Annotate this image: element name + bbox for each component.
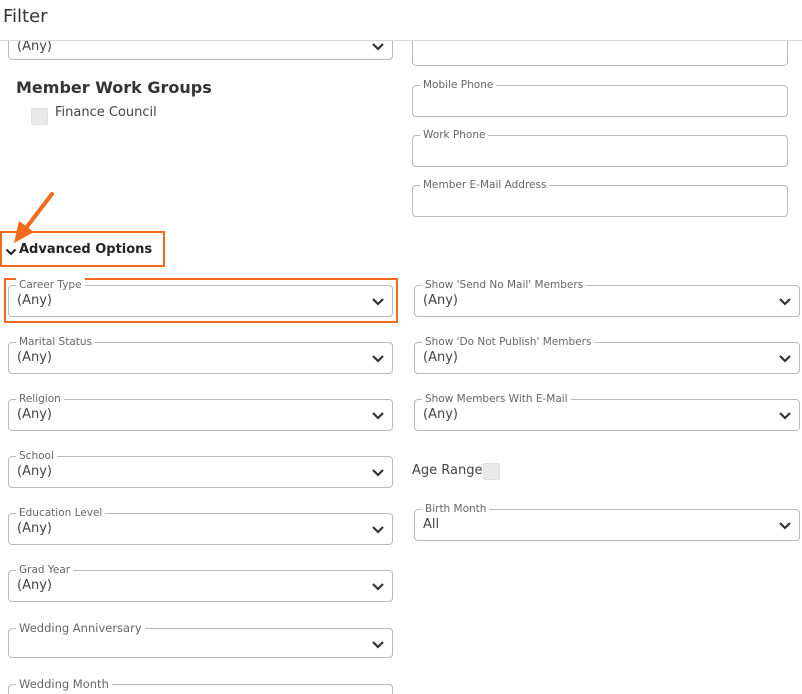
chevron-down-icon	[777, 407, 793, 423]
grad-year-label: Grad Year	[16, 563, 74, 577]
advanced-options-toggle[interactable]: Advanced Options	[0, 231, 165, 267]
chevron-down-icon	[777, 293, 793, 309]
email-address-field[interactable]: Member E-Mail Address	[412, 178, 788, 217]
career-type-label: Career Type	[16, 278, 85, 292]
marital-status-select[interactable]: Marital Status (Any)	[8, 335, 393, 374]
birth-month-select[interactable]: Birth Month All	[414, 502, 800, 541]
age-range-label: Age Range	[412, 463, 483, 478]
education-level-label: Education Level	[16, 506, 106, 520]
top-partial-select[interactable]: (Any)	[8, 41, 393, 60]
do-not-publish-value: (Any)	[423, 350, 458, 365]
finance-council-label: Finance Council	[55, 105, 157, 120]
religion-label: Religion	[16, 392, 64, 406]
mobile-phone-field[interactable]: Mobile Phone	[412, 78, 788, 117]
advanced-options-label: Advanced Options	[19, 241, 153, 257]
education-level-select[interactable]: Education Level (Any)	[8, 506, 393, 545]
work-phone-field[interactable]: Work Phone	[412, 128, 788, 167]
top-partial-input[interactable]	[412, 41, 788, 66]
chevron-down-icon	[370, 350, 386, 366]
mobile-phone-label: Mobile Phone	[420, 78, 497, 92]
chevron-down-icon	[5, 243, 17, 256]
chevron-down-icon	[370, 521, 386, 537]
chevron-down-icon	[370, 578, 386, 594]
members-with-email-label: Show Members With E-Mail	[422, 392, 571, 406]
wedding-anniversary-select[interactable]: Wedding Anniversary	[8, 621, 393, 658]
send-no-mail-value: (Any)	[423, 293, 458, 308]
school-value: (Any)	[17, 464, 52, 479]
send-no-mail-label: Show 'Send No Mail' Members	[422, 278, 587, 292]
wedding-anniversary-label: Wedding Anniversary	[16, 621, 145, 635]
marital-status-label: Marital Status	[16, 335, 95, 349]
chevron-down-icon	[777, 350, 793, 366]
education-level-value: (Any)	[17, 521, 52, 536]
career-type-select[interactable]: Career Type (Any)	[8, 278, 393, 317]
chevron-down-icon	[777, 517, 793, 533]
chevron-down-icon	[370, 464, 386, 480]
member-work-groups-title: Member Work Groups	[16, 78, 212, 97]
send-no-mail-select[interactable]: Show 'Send No Mail' Members (Any)	[414, 278, 800, 317]
work-phone-label: Work Phone	[420, 128, 489, 142]
school-label: School	[16, 449, 57, 463]
wedding-month-select[interactable]: Wedding Month	[8, 677, 393, 694]
chevron-down-icon	[370, 41, 386, 54]
chevron-down-icon	[370, 636, 386, 652]
filter-content: (Any) Member Work Groups Finance Council…	[0, 41, 802, 694]
grad-year-value: (Any)	[17, 578, 52, 593]
finance-council-checkbox[interactable]	[31, 108, 48, 125]
school-select[interactable]: School (Any)	[8, 449, 393, 488]
birth-month-label: Birth Month	[422, 502, 490, 516]
members-with-email-select[interactable]: Show Members With E-Mail (Any)	[414, 392, 800, 431]
career-type-value: (Any)	[17, 293, 52, 308]
filter-header: Filter	[0, 0, 802, 41]
birth-month-value: All	[423, 517, 440, 532]
wedding-month-label: Wedding Month	[16, 677, 112, 691]
chevron-down-icon	[370, 293, 386, 309]
grad-year-select[interactable]: Grad Year (Any)	[8, 563, 393, 602]
religion-value: (Any)	[17, 407, 52, 422]
marital-status-value: (Any)	[17, 350, 52, 365]
age-range-checkbox[interactable]	[483, 463, 500, 480]
do-not-publish-label: Show 'Do Not Publish' Members	[422, 335, 595, 349]
members-with-email-value: (Any)	[423, 407, 458, 422]
page-title: Filter	[3, 6, 48, 27]
do-not-publish-select[interactable]: Show 'Do Not Publish' Members (Any)	[414, 335, 800, 374]
email-address-label: Member E-Mail Address	[420, 178, 550, 192]
chevron-down-icon	[370, 407, 386, 423]
select-value: (Any)	[17, 41, 52, 54]
religion-select[interactable]: Religion (Any)	[8, 392, 393, 431]
